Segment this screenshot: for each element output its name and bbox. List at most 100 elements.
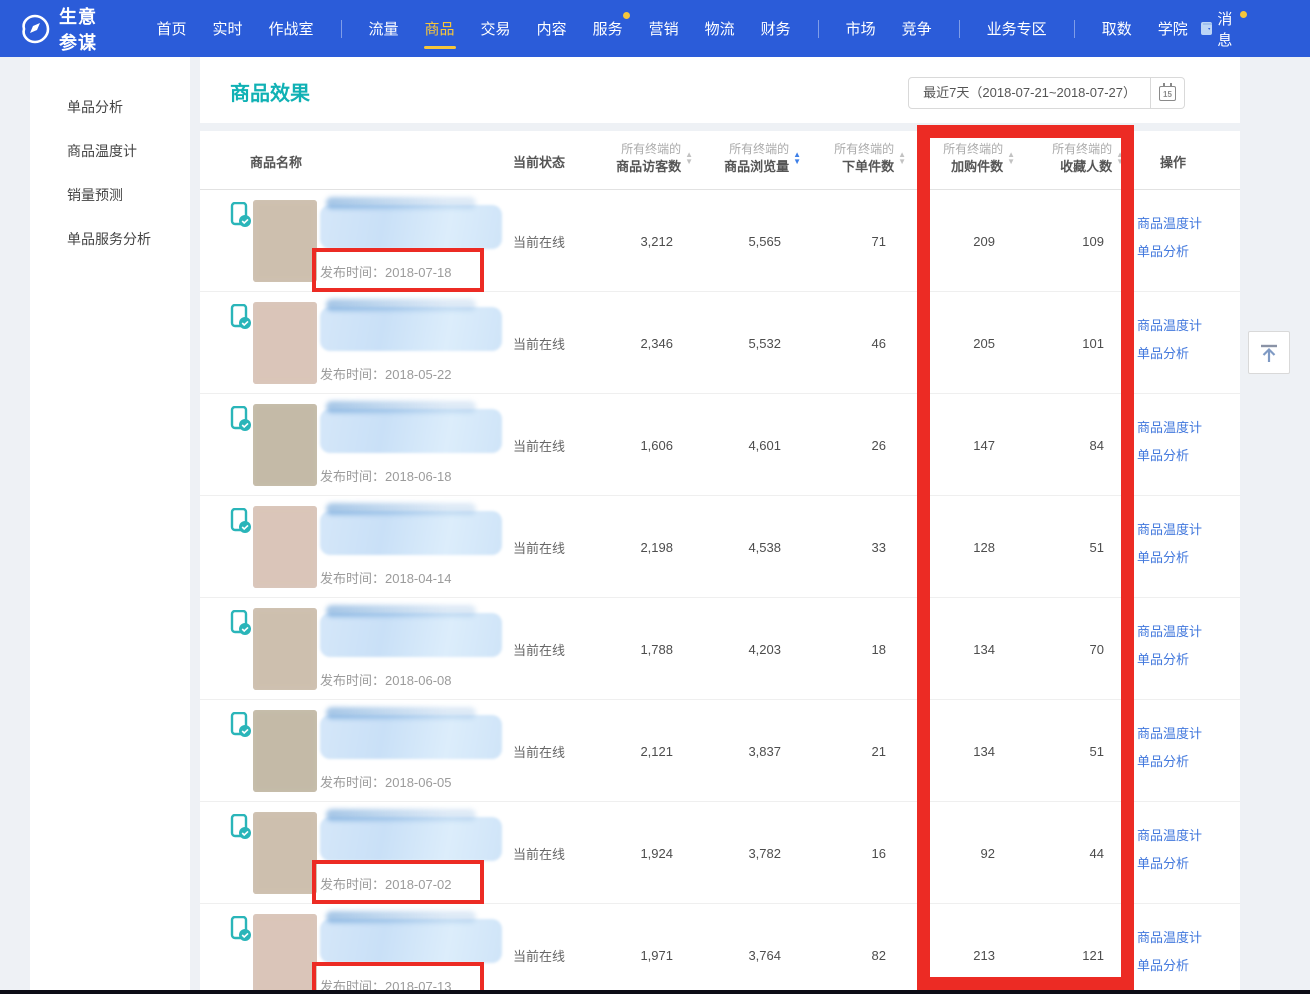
col-header-metric-0: 所有终端的商品访客数▲▼ <box>573 140 693 176</box>
nav-item-15[interactable]: 学院 <box>1158 0 1188 57</box>
table-row: 发布时间：2018-04-14 当前在线 2,198 4,538 33 128 … <box>200 496 1240 598</box>
publish-time: 发布时间：2018-05-22 <box>320 364 452 383</box>
sidebar-item-1[interactable]: 商品温度计 <box>30 129 190 173</box>
publish-time: 发布时间：2018-07-18 <box>320 262 452 281</box>
nav-item-13[interactable]: 业务专区 <box>987 0 1047 57</box>
row-favorites: 44 <box>1014 802 1104 904</box>
row-views: 4,538 <box>691 496 781 598</box>
nav-item-1[interactable]: 实时 <box>212 0 242 57</box>
nav-item-14[interactable]: 取数 <box>1102 0 1132 57</box>
ops-link-0[interactable]: 商品温度计 <box>1137 516 1202 544</box>
nav-item-6[interactable]: 内容 <box>537 0 567 57</box>
mail-icon <box>1201 22 1213 35</box>
back-to-top-button[interactable] <box>1248 331 1290 374</box>
ops-link-1[interactable]: 单品分析 <box>1137 646 1202 674</box>
nav-item-2[interactable]: 作战室 <box>269 0 314 57</box>
page-title: 商品效果 <box>230 77 310 106</box>
row-status: 当前在线 <box>513 904 565 990</box>
row-cart: 209 <box>905 190 995 292</box>
publish-time-label: 发布时间： <box>320 571 385 586</box>
nav-item-5[interactable]: 交易 <box>481 0 511 57</box>
date-range-picker[interactable]: 最近7天（2018-07-21~2018-07-27） 15 <box>908 77 1185 109</box>
ops-link-0[interactable]: 商品温度计 <box>1137 312 1202 340</box>
row-favorites: 109 <box>1014 190 1104 292</box>
ops-link-0[interactable]: 商品温度计 <box>1137 210 1202 238</box>
nav-message-button[interactable]: 消息 <box>1201 0 1238 57</box>
sort-arrows-icon[interactable]: ▲▼ <box>1116 151 1124 165</box>
row-ops: 商品温度计单品分析 <box>1137 210 1202 266</box>
mobile-online-icon <box>230 814 252 840</box>
row-orders: 46 <box>796 292 886 394</box>
sidebar-item-0[interactable]: 单品分析 <box>30 85 190 129</box>
date-range-label[interactable]: 最近7天（2018-07-21~2018-07-27） <box>908 77 1151 109</box>
ops-link-1[interactable]: 单品分析 <box>1137 952 1202 980</box>
nav-item-7[interactable]: 服务 <box>593 0 623 57</box>
ops-link-1[interactable]: 单品分析 <box>1137 238 1202 266</box>
mobile-online-icon <box>230 610 252 636</box>
publish-time: 发布时间：2018-04-14 <box>320 568 452 587</box>
metric-name: 下单件数 <box>834 158 894 176</box>
row-visitors: 1,788 <box>583 598 673 700</box>
product-image <box>253 506 317 588</box>
ops-link-0[interactable]: 商品温度计 <box>1137 924 1202 952</box>
row-orders: 71 <box>796 190 886 292</box>
nav-item-4[interactable]: 商品 <box>425 0 455 57</box>
nav-item-10[interactable]: 财务 <box>761 0 791 57</box>
row-visitors: 2,198 <box>583 496 673 598</box>
ops-link-0[interactable]: 商品温度计 <box>1137 618 1202 646</box>
publish-time: 发布时间：2018-06-18 <box>320 466 452 485</box>
calendar-icon: 15 <box>1159 86 1176 101</box>
ops-link-1[interactable]: 单品分析 <box>1137 544 1202 572</box>
nav-divider <box>959 20 960 38</box>
table-rows: 发布时间：2018-07-18 当前在线 3,212 5,565 71 209 … <box>200 190 1240 990</box>
product-title-blurred <box>320 715 502 759</box>
publish-time-label: 发布时间： <box>320 877 385 892</box>
ops-link-1[interactable]: 单品分析 <box>1137 442 1202 470</box>
ops-link-0[interactable]: 商品温度计 <box>1137 414 1202 442</box>
row-views: 5,532 <box>691 292 781 394</box>
row-ops: 商品温度计单品分析 <box>1137 312 1202 368</box>
sidebar-item-2[interactable]: 销量预测 <box>30 173 190 217</box>
publish-time-date: 2018-07-18 <box>385 265 452 280</box>
row-visitors: 1,971 <box>583 904 673 990</box>
mobile-online-icon <box>230 712 252 738</box>
nav-item-11[interactable]: 市场 <box>846 0 876 57</box>
mobile-online-icon <box>230 304 252 330</box>
ops-link-1[interactable]: 单品分析 <box>1137 850 1202 878</box>
message-badge-dot <box>1240 11 1247 18</box>
title-panel: 商品效果 最近7天（2018-07-21~2018-07-27） 15 <box>200 57 1240 123</box>
publish-time: 发布时间：2018-06-05 <box>320 772 452 791</box>
nav-item-3[interactable]: 流量 <box>369 0 399 57</box>
row-visitors: 1,606 <box>583 394 673 496</box>
top-nav: 生意参谋 首页实时作战室流量商品交易内容服务营销物流财务市场竞争业务专区取数学院… <box>0 0 1310 57</box>
row-orders: 33 <box>796 496 886 598</box>
ops-link-1[interactable]: 单品分析 <box>1137 340 1202 368</box>
nav-item-9[interactable]: 物流 <box>705 0 735 57</box>
row-status: 当前在线 <box>513 190 565 292</box>
ops-link-1[interactable]: 单品分析 <box>1137 748 1202 776</box>
nav-item-12[interactable]: 竞争 <box>902 0 932 57</box>
ops-link-0[interactable]: 商品温度计 <box>1137 720 1202 748</box>
product-title-blurred <box>320 307 502 351</box>
row-ops: 商品温度计单品分析 <box>1137 618 1202 674</box>
sidebar-item-3[interactable]: 单品服务分析 <box>30 217 190 261</box>
publish-time: 发布时间：2018-07-13 <box>320 976 452 990</box>
row-orders: 21 <box>796 700 886 802</box>
row-visitors: 1,924 <box>583 802 673 904</box>
mobile-online-icon <box>230 916 252 942</box>
nav-item-8[interactable]: 营销 <box>649 0 679 57</box>
product-image <box>253 404 317 486</box>
row-ops: 商品温度计单品分析 <box>1137 924 1202 980</box>
row-status: 当前在线 <box>513 598 565 700</box>
ops-link-0[interactable]: 商品温度计 <box>1137 822 1202 850</box>
row-favorites: 121 <box>1014 904 1104 990</box>
publish-time-label: 发布时间： <box>320 265 385 280</box>
product-title-blurred <box>320 919 502 963</box>
row-status: 当前在线 <box>513 394 565 496</box>
calendar-button[interactable]: 15 <box>1151 77 1185 109</box>
mobile-online-icon <box>230 508 252 534</box>
nav-item-0[interactable]: 首页 <box>156 0 186 57</box>
row-ops: 商品温度计单品分析 <box>1137 516 1202 572</box>
table-row: 发布时间：2018-06-18 当前在线 1,606 4,601 26 147 … <box>200 394 1240 496</box>
metric-name: 商品浏览量 <box>724 158 789 176</box>
